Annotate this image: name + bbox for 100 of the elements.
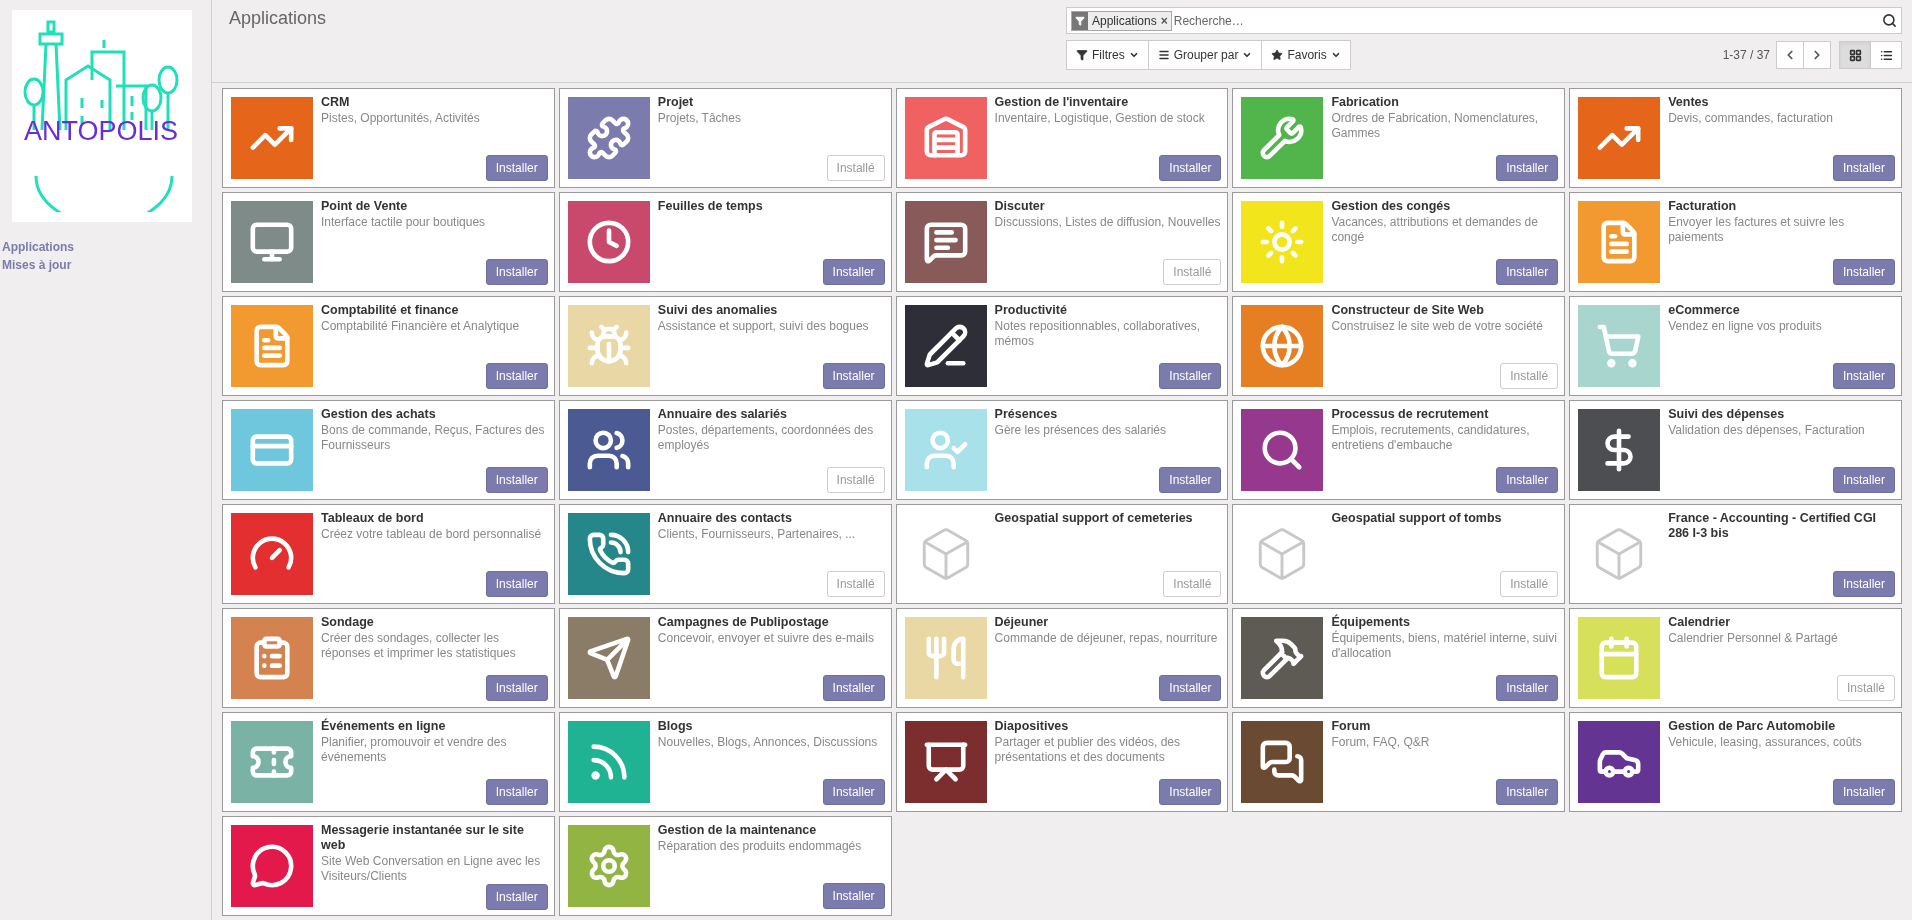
install-button[interactable]: Installé: [826, 155, 885, 181]
install-button[interactable]: Installer: [485, 884, 548, 910]
app-title: Processus de recrutement: [1331, 407, 1490, 422]
app-title: Projet: [657, 95, 695, 110]
funnel-icon: [1076, 49, 1088, 61]
app-summary: Commande de déjeuner, repas, nourriture: [994, 631, 1219, 646]
app-title: Comptabilité et finance: [321, 303, 460, 318]
page-title: Applications: [229, 7, 327, 30]
app-title: Forum: [1331, 719, 1372, 734]
app-summary: Partager et publier des vidéos, des présentations et des documents: [994, 735, 1182, 765]
install-button[interactable]: Installer: [1159, 467, 1222, 493]
app-summary: Postes, départements, coordonnées des employés: [657, 423, 875, 453]
app-summary: Calendrier Personnel & Partagé: [1668, 631, 1839, 646]
app-title: Gestion de Parc Automobile: [1668, 719, 1837, 734]
app-title: Fabrication: [1331, 95, 1400, 110]
install-button[interactable]: Installé: [1163, 571, 1222, 597]
app-summary: Ordres de Fabrication, Nomenclatures, Gammes: [1331, 111, 1540, 141]
app-title: Feuilles de temps: [657, 199, 764, 214]
install-button[interactable]: Installer: [1159, 675, 1222, 701]
app-summary: Bons de commande, Reçus, Factures des Fournisseurs: [321, 423, 546, 453]
app-summary: Projets, Tâches: [657, 111, 742, 126]
install-button[interactable]: Installer: [485, 155, 548, 181]
app-title: Productivité: [994, 303, 1068, 318]
filter-menu-button[interactable]: Filtres: [1066, 40, 1149, 70]
install-button[interactable]: Installé: [1163, 259, 1222, 285]
search-field[interactable]: Applications × Recherche…: [1066, 7, 1902, 34]
app-title: Blogs: [657, 719, 694, 734]
app-title: Constructeur de Site Web: [1331, 303, 1485, 318]
lines-icon: [1157, 49, 1170, 61]
install-button[interactable]: Installé: [826, 571, 885, 597]
app-summary: Créer des sondages, collecter les réponses et imprimer les statistiques: [321, 631, 517, 661]
app-title: Campagnes de Publipostage: [657, 615, 830, 630]
app-title: Déjeuner: [994, 615, 1050, 630]
app-summary: Validation des dépenses, Facturation: [1668, 423, 1866, 438]
install-button[interactable]: Installé: [1836, 675, 1895, 701]
app-title: Annuaire des contacts: [657, 511, 793, 526]
install-button[interactable]: Installer: [1832, 155, 1895, 181]
caret-icon: [1330, 50, 1341, 60]
app-title: Gestion des achats: [321, 407, 437, 422]
install-button[interactable]: Installer: [1832, 259, 1895, 285]
sidebar-link[interactable]: Mises à jour: [2, 256, 211, 274]
install-button[interactable]: Installer: [485, 779, 548, 805]
install-button[interactable]: Installer: [1159, 363, 1222, 389]
app-title: Gestion des congés: [1331, 199, 1452, 214]
install-button[interactable]: Installer: [822, 779, 885, 805]
install-button[interactable]: Installer: [1832, 363, 1895, 389]
app-summary: Forum, FAQ, Q&R: [1331, 735, 1431, 750]
caret-icon: [1242, 50, 1253, 60]
facet-label: Applications: [1091, 12, 1158, 30]
app-title: Geospatial support of cemeteries: [994, 511, 1194, 526]
app-title: Facturation: [1668, 199, 1738, 214]
app-title: Geospatial support of tombs: [1331, 511, 1503, 526]
app-title: Équipements: [1331, 615, 1411, 630]
kanban-view-button[interactable]: [1839, 41, 1871, 69]
app-title: Point de Vente: [321, 199, 409, 214]
app-title: Diapositives: [994, 719, 1070, 734]
install-button[interactable]: Installé: [826, 467, 885, 493]
sidebar-link[interactable]: Applications: [2, 238, 211, 256]
app-summary: Clients, Fournisseurs, Partenaires, ...: [657, 527, 857, 542]
install-button[interactable]: Installer: [1496, 675, 1559, 701]
funnel-icon: [1075, 15, 1085, 26]
install-button[interactable]: Installer: [485, 571, 548, 597]
install-button[interactable]: Installer: [485, 259, 548, 285]
logo-text: ANTOPOLIS: [24, 115, 179, 148]
install-button[interactable]: Installer: [485, 467, 548, 493]
filter-menu-button[interactable]: Favoris: [1261, 40, 1351, 70]
install-button[interactable]: Installer: [822, 259, 885, 285]
grid-icon: [1848, 48, 1862, 62]
install-button[interactable]: Installer: [1832, 467, 1895, 493]
install-button[interactable]: Installer: [822, 675, 885, 701]
install-button[interactable]: Installer: [1832, 571, 1895, 597]
app-summary: Notes repositionnables, collaboratives, mémos: [994, 319, 1202, 349]
install-button[interactable]: Installé: [1500, 571, 1559, 597]
install-button[interactable]: Installer: [1159, 779, 1222, 805]
app-summary: Vendez en ligne vos produits: [1668, 319, 1823, 334]
filter-facet[interactable]: Applications ×: [1071, 10, 1172, 31]
install-button[interactable]: Installer: [822, 883, 885, 909]
install-button[interactable]: Installer: [1159, 155, 1222, 181]
install-button[interactable]: Installer: [1496, 155, 1559, 181]
install-button[interactable]: Installer: [485, 675, 548, 701]
app-summary: Comptabilité Financière et Analytique: [321, 319, 521, 334]
app-summary: Nouvelles, Blogs, Annonces, Discussions: [657, 735, 879, 750]
install-button[interactable]: Installer: [485, 363, 548, 389]
app-summary: Équipements, biens, matériel interne, suivi d'allocation: [1331, 631, 1558, 661]
app-summary: Interface tactile pour boutiques: [321, 215, 487, 230]
install-button[interactable]: Installer: [1496, 259, 1559, 285]
app-title: Discuter: [994, 199, 1046, 214]
list-view-button[interactable]: [1870, 41, 1902, 69]
install-button[interactable]: Installer: [1832, 779, 1895, 805]
install-button[interactable]: Installé: [1500, 363, 1559, 389]
app-summary: Concevoir, envoyer et suivre des e-mails: [657, 631, 875, 646]
app-title: eCommerce: [1668, 303, 1741, 318]
filter-menu-button[interactable]: Grouper par: [1147, 40, 1263, 70]
search-icon[interactable]: [1882, 13, 1897, 28]
app-title: Gestion de l'inventaire: [994, 95, 1130, 110]
install-button[interactable]: Installer: [822, 363, 885, 389]
install-button[interactable]: Installer: [1496, 467, 1559, 493]
app-summary: Réparation des produits endommagés: [657, 839, 863, 854]
install-button[interactable]: Installer: [1496, 779, 1559, 805]
facet-remove[interactable]: ×: [1160, 11, 1171, 30]
